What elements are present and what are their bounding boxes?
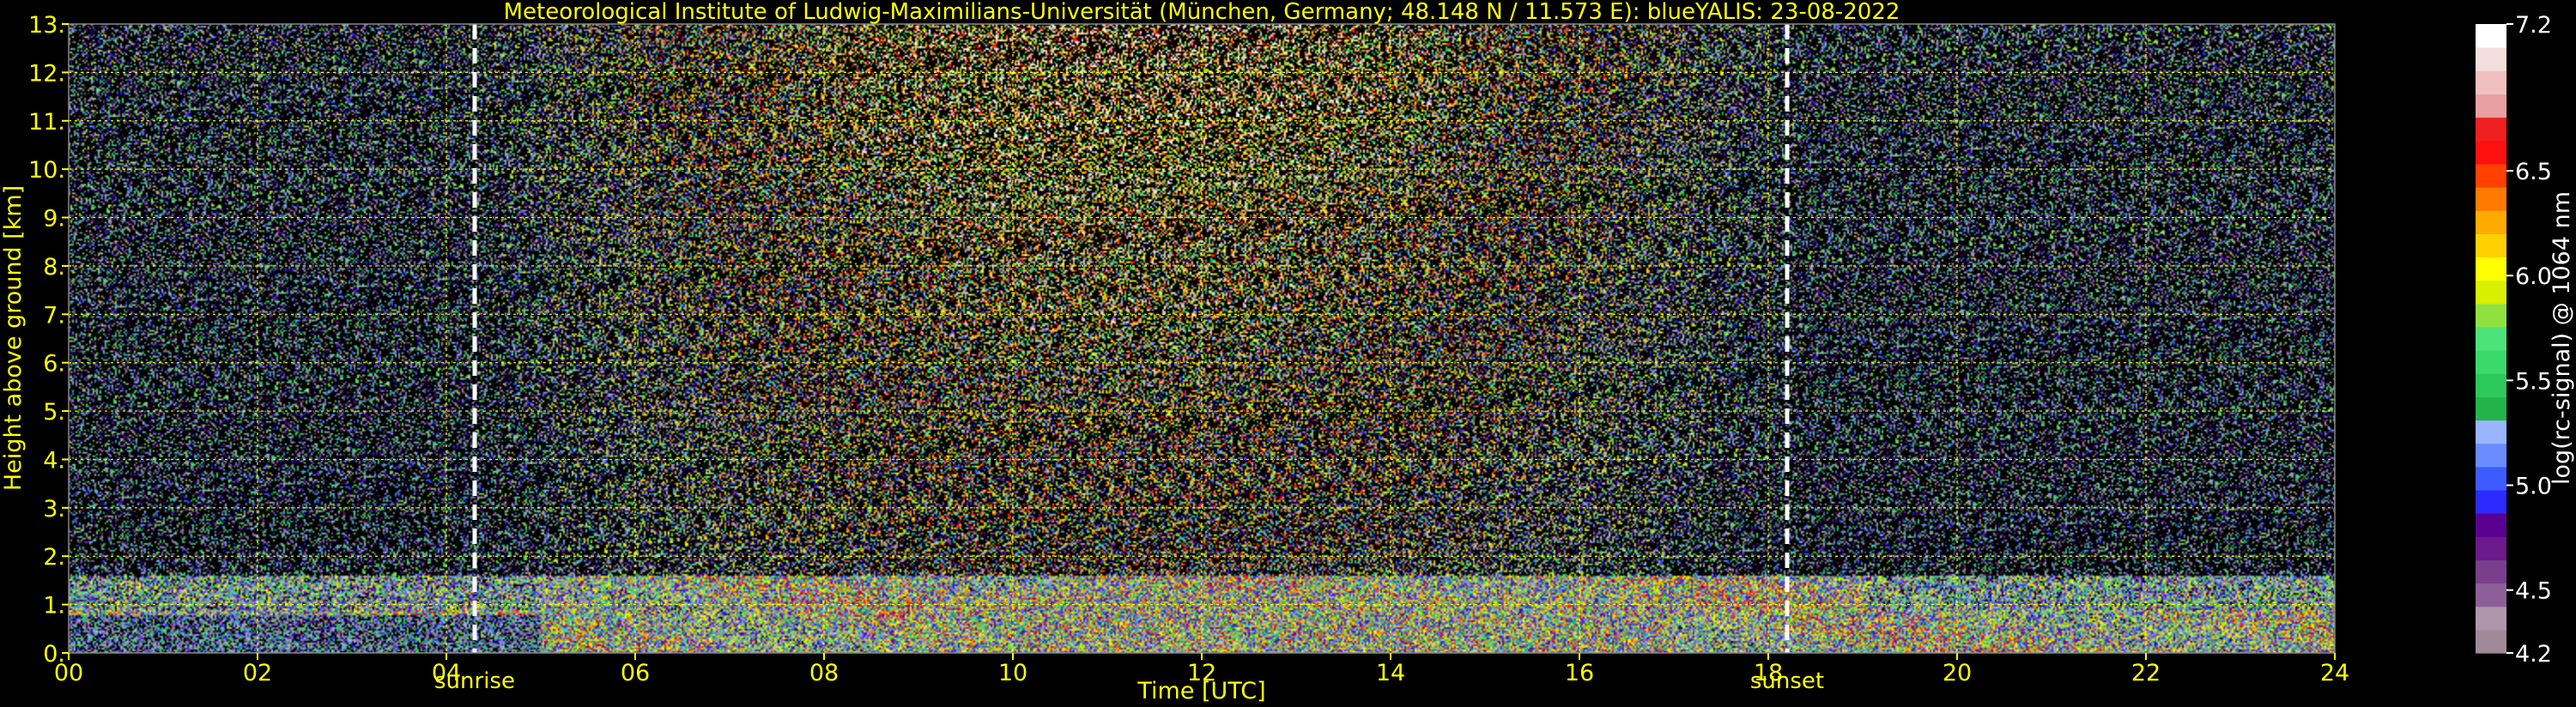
- colorbar-segment: [2476, 303, 2506, 328]
- colorbar-segment: [2476, 233, 2506, 258]
- x-tick-label: 24: [2320, 660, 2349, 686]
- colorbar-segment: [2476, 24, 2506, 48]
- colorbar-segment: [2476, 257, 2506, 281]
- x-tick-label: 22: [2131, 660, 2161, 686]
- y-tick-label: 8.: [43, 254, 65, 281]
- x-tick-label: 06: [621, 660, 650, 686]
- colorbar-tick-label: 6.5: [2515, 159, 2552, 185]
- colorbar-segment: [2476, 70, 2506, 95]
- colorbar-segment: [2476, 326, 2506, 351]
- colorbar-tick-label: 5.0: [2515, 474, 2552, 500]
- y-tick-label: 0.: [43, 641, 65, 668]
- x-tick-label: 18: [1754, 660, 1783, 686]
- colorbar-segment: [2476, 396, 2506, 421]
- x-axis-label: Time [UTC]: [1136, 678, 1265, 704]
- colorbar-segment: [2476, 210, 2506, 234]
- y-tick-label: 7.: [43, 302, 65, 329]
- colorbar-segment: [2476, 583, 2506, 607]
- y-tick-label: 13.: [28, 12, 65, 39]
- colorbar-segment: [2476, 559, 2506, 584]
- x-tick-label: 02: [243, 660, 272, 686]
- x-tick-label: 08: [809, 660, 839, 686]
- colorbar-segment: [2476, 513, 2506, 537]
- x-tick-label: 04: [432, 660, 461, 686]
- colorbar-segment: [2476, 47, 2506, 71]
- x-tick-label: 16: [1565, 660, 1594, 686]
- y-tick-label: 2.: [43, 544, 65, 571]
- axes: 00 02 04 06 08 10 12 14 16 18 20 22 240.1.2.3.4.5.6.…: [28, 12, 2349, 686]
- y-tick-label: 4.: [43, 447, 65, 474]
- x-tick-label: 20: [1943, 660, 1972, 686]
- chart-overlay: sunrise sunset 00 02 04 06 08 10 12 14 16 18 20 22 24…: [0, 0, 2575, 704]
- y-tick-label: 11.: [28, 109, 65, 136]
- y-tick-label: 3.: [43, 496, 65, 523]
- colorbar-segment: [2476, 117, 2506, 142]
- grid-lines: [69, 24, 2335, 653]
- colorbar-segment: [2476, 94, 2506, 118]
- colorbar-segment: [2476, 443, 2506, 468]
- x-tick-label: 10: [998, 660, 1027, 686]
- colorbar-segment: [2476, 163, 2506, 188]
- y-axis-label: Height above ground [km]: [0, 185, 27, 491]
- colorbar-segment: [2476, 466, 2506, 491]
- colorbar-tick-label: 5.5: [2515, 368, 2552, 395]
- x-tick-label: 14: [1376, 660, 1405, 686]
- colorbar-label: log(rc-signal) @ 1064 nm: [2549, 191, 2575, 485]
- colorbar: 4.2 4.5 5.0 5.5 6.0 6.5 7.2: [2476, 12, 2552, 668]
- colorbar-segment: [2476, 140, 2506, 165]
- colorbar-tick-label: 7.2: [2515, 12, 2552, 39]
- y-tick-label: 10.: [28, 157, 65, 184]
- sun-markers: sunrise sunset: [434, 24, 1824, 694]
- y-tick-label: 12.: [28, 60, 65, 87]
- colorbar-segment: [2476, 420, 2506, 444]
- colorbar-segment: [2476, 606, 2506, 631]
- lidar-figure: sunrise sunset 00 02 04 06 08 10 12 14 16 18 20 22 24…: [0, 0, 2576, 707]
- colorbar-segment: [2476, 373, 2506, 397]
- colorbar-tick-label: 4.2: [2515, 641, 2552, 668]
- colorbar-segment: [2476, 187, 2506, 211]
- chart-title: Meteorological Institute of Ludwig-Maxim…: [504, 0, 1900, 25]
- colorbar-segment: [2476, 489, 2506, 514]
- colorbar-segment: [2476, 350, 2506, 374]
- colorbar-segment: [2476, 629, 2506, 654]
- colorbar-segment: [2476, 536, 2506, 561]
- colorbar-tick-label: 6.0: [2515, 263, 2552, 290]
- colorbar-tick-label: 4.5: [2515, 578, 2552, 605]
- y-tick-label: 1.: [43, 593, 65, 619]
- y-tick-label: 5.: [43, 399, 65, 426]
- y-tick-label: 6.: [43, 351, 65, 378]
- colorbar-segment: [2476, 280, 2506, 305]
- y-tick-label: 9.: [43, 206, 65, 233]
